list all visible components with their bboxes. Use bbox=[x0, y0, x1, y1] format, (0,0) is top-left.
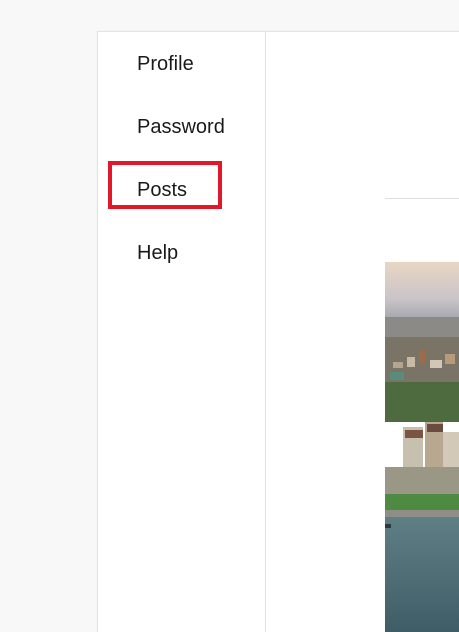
sidebar-item-posts[interactable]: Posts bbox=[137, 178, 187, 202]
city-aerial-photo-icon bbox=[385, 262, 459, 632]
main-content bbox=[266, 32, 459, 632]
post-image[interactable] bbox=[385, 262, 459, 632]
settings-sidebar: Profile Password Posts Help bbox=[98, 32, 266, 632]
settings-card: Profile Password Posts Help bbox=[97, 31, 459, 632]
sidebar-item-help[interactable]: Help bbox=[137, 241, 178, 265]
sidebar-item-profile[interactable]: Profile bbox=[137, 52, 194, 76]
content-divider bbox=[385, 198, 459, 199]
sidebar-item-password[interactable]: Password bbox=[137, 115, 225, 139]
